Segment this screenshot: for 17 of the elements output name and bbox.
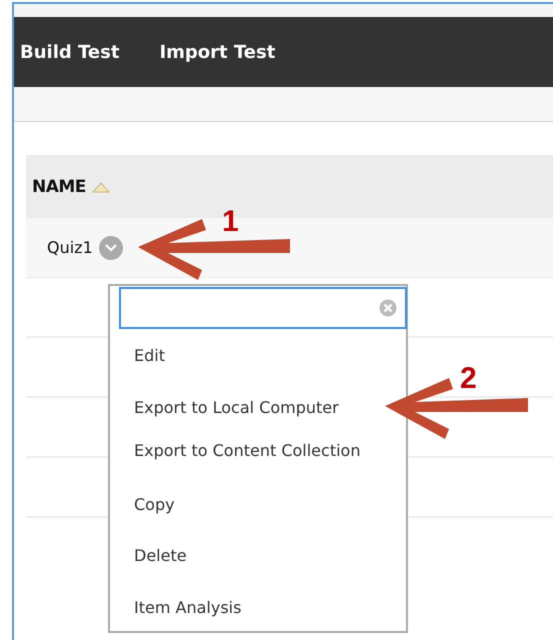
item-name[interactable]: Quiz1: [47, 238, 93, 257]
nav-link[interactable]: Build Test: [20, 42, 120, 62]
nav-link[interactable]: Import Test: [159, 42, 276, 62]
step-number: 1: [222, 205, 239, 238]
menu-item[interactable]: Item Analysis: [134, 595, 242, 619]
menu-item[interactable]: Export to Local Computer: [134, 395, 339, 419]
clear-icon[interactable]: [379, 299, 397, 317]
menu-item[interactable]: Copy: [134, 492, 175, 516]
column-heading[interactable]: NAME: [32, 176, 86, 196]
menu-item[interactable]: Delete: [134, 543, 187, 567]
menu-item[interactable]: Edit: [134, 343, 165, 367]
chevron-icon: [104, 244, 117, 252]
sort-icon[interactable]: [92, 180, 110, 194]
row-menu-button[interactable]: [98, 236, 123, 260]
step-number: 2: [460, 362, 477, 395]
menu-item[interactable]: Export to Content Collection: [134, 438, 360, 462]
search-field[interactable]: [119, 287, 407, 329]
